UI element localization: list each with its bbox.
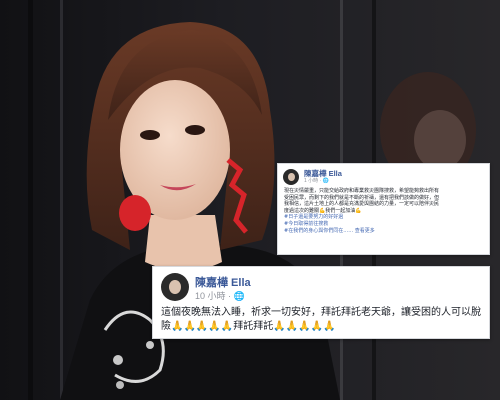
bead xyxy=(146,341,154,349)
pillar-line xyxy=(60,0,63,400)
hashtag-link[interactable]: #在我們的身心與你們同在…… 查看更多 xyxy=(284,228,484,235)
bead xyxy=(116,381,124,389)
post-body: 現在災情嚴重，只能交給政府和專業救災團隊搜救，希望能夠救出所有 受困民眾，而剩下… xyxy=(284,188,484,234)
post-text-line: 我相信，這片土地上的人都是充滿愛與團結的力量，一定可以陪伴災民 xyxy=(284,201,440,208)
hashtag-link[interactable]: #日子還是要努力的好好過 xyxy=(284,214,484,221)
left-eye xyxy=(140,130,160,140)
right-eye xyxy=(185,125,205,135)
hashtag-link[interactable]: #今日取得前往搜救 xyxy=(284,221,484,228)
facebook-post-card-small: 陳嘉樺 Ella 1 小時 · 🌐 現在災情嚴重，只能交給政府和專業救災團隊搜救… xyxy=(277,163,490,255)
globe-icon: 🌐 xyxy=(233,291,245,301)
post-time[interactable]: 1 小時 · 🌐 xyxy=(304,177,329,184)
neck xyxy=(145,215,222,271)
bead xyxy=(113,355,123,365)
author-name[interactable]: 陳嘉樺 Ella xyxy=(195,274,251,290)
post-text: 這個夜晚無法入睡，祈求一切安好，拜託拜託老天爺，讓受困的人可以脫險🙏🙏🙏🙏🙏拜託… xyxy=(161,307,481,332)
post-text-line: 度過這次的難關💪我們一起加油💪 xyxy=(284,207,362,214)
see-more-link[interactable]: 查看更多 xyxy=(355,228,375,234)
post-text-line: 受困民眾，而剩下的我們就是不斷的祈禱，還有把我們該做的做好，但 xyxy=(284,194,440,201)
pillar-line xyxy=(28,0,33,400)
avatar[interactable] xyxy=(161,273,189,301)
globe-icon: 🌐 xyxy=(322,178,329,184)
avatar[interactable] xyxy=(283,169,299,185)
reflection-face xyxy=(414,110,466,170)
facebook-post-card-large: 陳嘉樺 Ella 10 小時 · 🌐 這個夜晚無法入睡，祈求一切安好，拜託拜託老… xyxy=(152,266,490,339)
post-time[interactable]: 10 小時 · 🌐 xyxy=(195,289,245,302)
red-earring-left xyxy=(119,195,151,231)
post-text-line: 現在災情嚴重，只能交給政府和專業救災團隊搜救，希望能夠救出所有 xyxy=(284,188,440,194)
